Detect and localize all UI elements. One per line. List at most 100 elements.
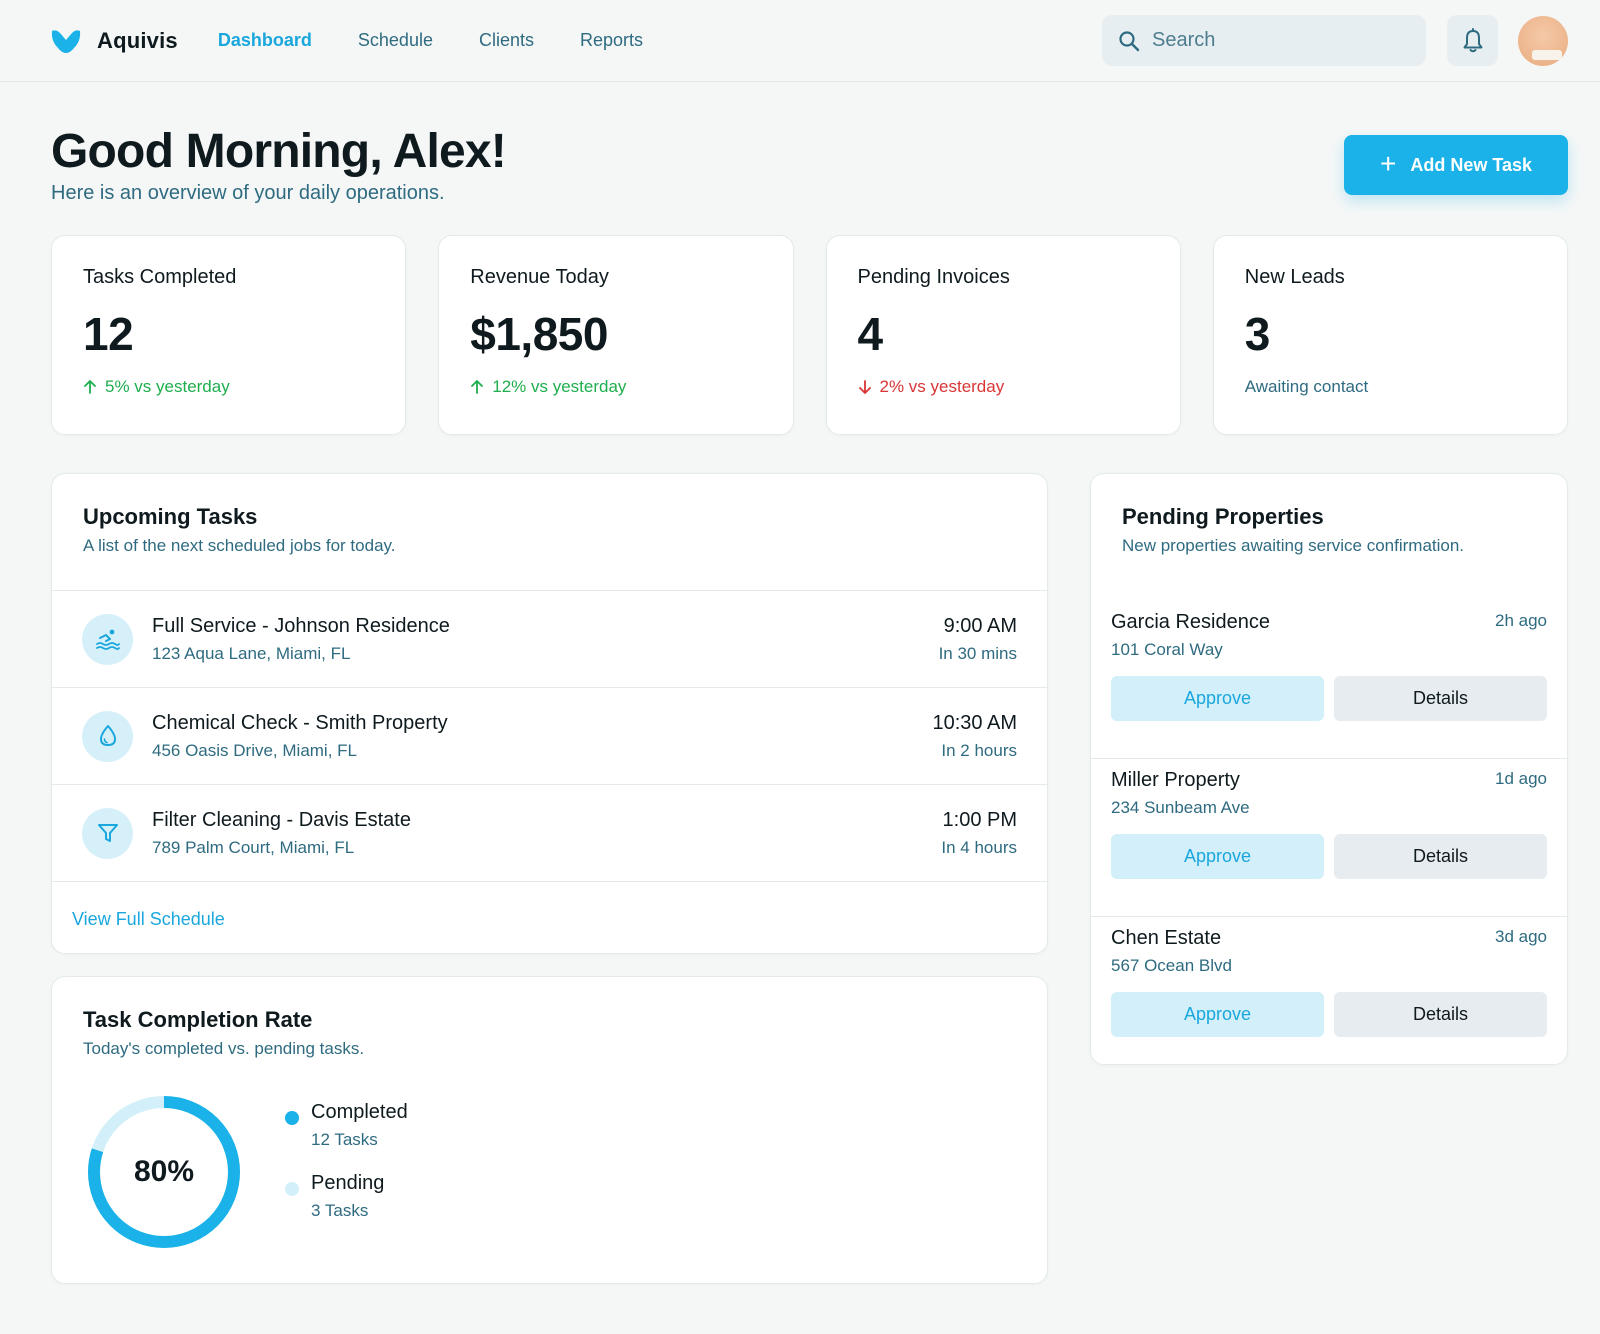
card-subtitle: A list of the next scheduled jobs for to… xyxy=(83,536,396,555)
property-name: Garcia Residence xyxy=(1111,611,1270,633)
stat-card-tasks-completed: Tasks Completed 12 5% vs yesterday xyxy=(51,235,407,435)
stat-card-revenue-today: Revenue Today $1,850 12% vs yesterday xyxy=(438,235,794,435)
search-icon xyxy=(1119,30,1140,51)
card-header: Task Completion Rate Today's completed v… xyxy=(52,977,1047,1059)
details-button[interactable]: Details xyxy=(1334,992,1547,1037)
page-subtitle: Here is an overview of your daily operat… xyxy=(51,182,445,204)
nav-clients[interactable]: Clients xyxy=(479,30,534,51)
property-address: 234 Sunbeam Ave xyxy=(1111,798,1250,817)
search-box[interactable] xyxy=(1102,15,1426,66)
task-relative-time: In 30 mins xyxy=(938,643,1017,663)
search-input[interactable] xyxy=(1152,29,1392,52)
property-address: 101 Coral Way xyxy=(1111,640,1223,659)
stat-label: New Leads xyxy=(1244,266,1345,288)
arrow-up-icon xyxy=(84,380,96,394)
legend-count: 3 Tasks xyxy=(311,1201,369,1220)
task-address: 123 Aqua Lane, Miami, FL xyxy=(152,643,351,663)
property-item: Garcia Residence 101 Coral Way 2h ago Ap… xyxy=(1091,601,1567,759)
task-address: 789 Palm Court, Miami, FL xyxy=(152,837,355,857)
nav-reports[interactable]: Reports xyxy=(580,30,643,51)
task-info: Full Service - Johnson Residence 123 Aqu… xyxy=(152,615,939,664)
legend-name: Completed xyxy=(311,1101,408,1123)
approve-button[interactable]: Approve xyxy=(1111,676,1324,721)
stat-delta: 5% vs yesterday xyxy=(83,377,374,397)
legend-item-completed: Completed 12 Tasks xyxy=(285,1101,408,1150)
property-age: 3d ago xyxy=(1495,927,1547,946)
card-subtitle: Today's completed vs. pending tasks. xyxy=(83,1039,365,1058)
property-age: 1d ago xyxy=(1495,769,1547,788)
donut-percent-label: 80% xyxy=(133,1155,195,1188)
task-icon-badge xyxy=(82,613,133,665)
task-icon-badge xyxy=(82,807,133,859)
stat-label: Pending Invoices xyxy=(857,266,1010,288)
legend-name: Pending xyxy=(311,1172,385,1194)
brand-logo[interactable]: Aquivis xyxy=(51,28,178,54)
task-icon-badge xyxy=(82,710,133,762)
add-new-task-label: Add New Task xyxy=(1410,154,1533,175)
stat-delta-text: 5% vs yesterday xyxy=(105,377,230,396)
task-info: Chemical Check - Smith Property 456 Oasi… xyxy=(152,712,932,761)
task-name: Filter Cleaning - Davis Estate xyxy=(152,808,411,831)
card-subtitle: New properties awaiting service confirma… xyxy=(1122,536,1465,555)
nav-schedule[interactable]: Schedule xyxy=(358,30,433,51)
stat-delta: 2% vs yesterday xyxy=(858,377,1149,397)
task-clock: 9:00 AM xyxy=(943,614,1017,637)
view-full-schedule-link[interactable]: View Full Schedule xyxy=(52,882,1047,953)
completion-donut-chart: 80% xyxy=(83,1091,245,1253)
stat-delta-text: 12% vs yesterday xyxy=(492,377,627,396)
water-drop-icon xyxy=(99,725,116,746)
stat-cards: Tasks Completed 12 5% vs yesterday Reven… xyxy=(0,235,1600,435)
stat-delta: 12% vs yesterday xyxy=(470,377,761,397)
plus-icon: + xyxy=(1379,147,1397,179)
user-avatar[interactable] xyxy=(1518,15,1568,66)
arrow-down-icon xyxy=(858,380,871,394)
property-address: 567 Ocean Blvd xyxy=(1111,956,1232,975)
bell-icon xyxy=(1463,27,1482,52)
main-nav: Dashboard Schedule Clients Reports xyxy=(218,30,643,51)
task-time: 10:30 AM In 2 hours xyxy=(932,712,1017,761)
legend-count: 12 Tasks xyxy=(311,1130,378,1149)
task-relative-time: In 2 hours xyxy=(941,740,1017,760)
notifications-button[interactable] xyxy=(1447,15,1498,66)
add-new-task-button[interactable]: + Add New Task xyxy=(1344,135,1568,195)
hero-section: Good Morning, Alex! Here is an overview … xyxy=(0,82,1600,235)
task-address: 456 Oasis Drive, Miami, FL xyxy=(152,740,357,760)
task-row[interactable]: Full Service - Johnson Residence 123 Aqu… xyxy=(52,591,1047,688)
task-name: Full Service - Johnson Residence xyxy=(152,614,450,637)
task-clock: 1:00 PM xyxy=(942,808,1017,831)
task-time: 9:00 AM In 30 mins xyxy=(939,615,1017,664)
card-header: Upcoming Tasks A list of the next schedu… xyxy=(52,474,1047,591)
nav-dashboard[interactable]: Dashboard xyxy=(218,30,312,51)
card-title: Pending Properties xyxy=(1122,504,1324,529)
stat-value: 4 xyxy=(857,308,884,360)
task-name: Chemical Check - Smith Property xyxy=(152,711,448,734)
details-button[interactable]: Details xyxy=(1334,676,1547,721)
card-title: Upcoming Tasks xyxy=(83,504,258,529)
task-row[interactable]: Filter Cleaning - Davis Estate 789 Palm … xyxy=(52,785,1047,882)
stat-delta-text: Awaiting contact xyxy=(1244,377,1369,396)
filter-icon xyxy=(97,824,118,842)
approve-button[interactable]: Approve xyxy=(1111,992,1324,1037)
aquivis-logo-icon xyxy=(51,29,81,53)
upcoming-tasks-card: Upcoming Tasks A list of the next schedu… xyxy=(51,473,1048,954)
property-name: Miller Property xyxy=(1111,769,1240,791)
approve-button[interactable]: Approve xyxy=(1111,834,1324,879)
legend-dot-completed xyxy=(285,1111,299,1125)
property-age: 2h ago xyxy=(1495,611,1547,630)
stat-label: Revenue Today xyxy=(470,266,609,288)
top-navigation-bar: Aquivis Dashboard Schedule Clients Repor… xyxy=(0,0,1600,82)
task-row[interactable]: Chemical Check - Smith Property 456 Oasi… xyxy=(52,688,1047,785)
task-completion-card: Task Completion Rate Today's completed v… xyxy=(51,976,1048,1284)
task-clock: 10:30 AM xyxy=(932,711,1017,734)
task-time: 1:00 PM In 4 hours xyxy=(941,809,1017,858)
chart-legend: Completed 12 Tasks Pending 3 Tasks xyxy=(285,1101,408,1243)
stat-delta: Awaiting contact xyxy=(1245,377,1536,397)
details-button[interactable]: Details xyxy=(1334,834,1547,879)
stat-value: 3 xyxy=(1244,308,1271,360)
stat-value: $1,850 xyxy=(470,308,608,360)
property-name: Chen Estate xyxy=(1111,927,1222,949)
card-header: Pending Properties New properties awaiti… xyxy=(1091,474,1567,601)
stat-label: Tasks Completed xyxy=(83,266,237,288)
stat-card-pending-invoices: Pending Invoices 4 2% vs yesterday xyxy=(825,235,1181,435)
task-info: Filter Cleaning - Davis Estate 789 Palm … xyxy=(152,809,941,858)
